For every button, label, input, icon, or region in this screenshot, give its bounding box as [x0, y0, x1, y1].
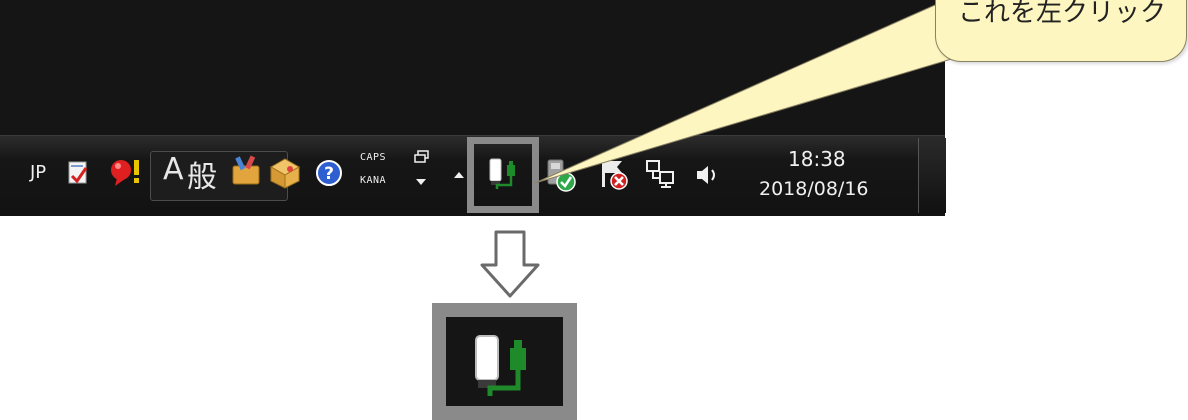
down-arrow-icon	[480, 230, 540, 298]
usb-device-icon-enlarged	[475, 335, 526, 396]
